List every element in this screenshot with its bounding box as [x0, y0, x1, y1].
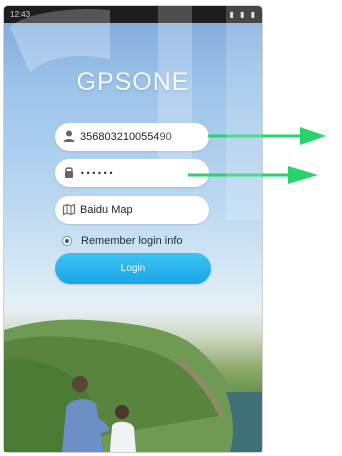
remember-radio-icon[interactable]	[62, 236, 72, 246]
map-select[interactable]: Baidu Map	[55, 196, 209, 224]
status-time: 12:43	[10, 10, 31, 19]
app-title: GPSONE	[76, 68, 190, 96]
password-input[interactable]: ••••••	[55, 159, 209, 187]
login-button[interactable]: Login	[55, 253, 211, 284]
status-indicators: ▮ ▮ ▮	[229, 10, 257, 19]
imei-input[interactable]: 356803210055490	[55, 123, 209, 151]
remember-label: Remember login info	[81, 235, 183, 247]
user-icon	[62, 129, 76, 143]
imei-value: 356803210055490	[80, 131, 172, 143]
lock-icon	[62, 165, 76, 179]
arrow-right-icon	[188, 166, 318, 184]
page: 12:43 ▮ ▮ ▮ GPSONE 356803210055490 •••••…	[0, 0, 342, 456]
map-icon	[62, 202, 76, 216]
arrow-right-icon	[208, 127, 326, 145]
password-value: ••••••	[80, 169, 115, 178]
status-bar: 12:43 ▮ ▮ ▮	[4, 6, 262, 23]
map-value: Baidu Map	[80, 204, 133, 216]
people-photo	[62, 376, 136, 452]
